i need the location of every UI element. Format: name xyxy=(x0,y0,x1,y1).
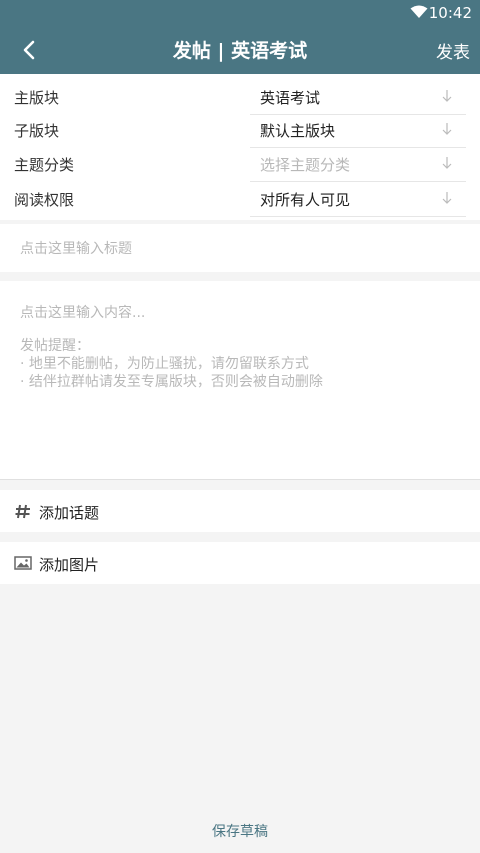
category-label: 主题分类 xyxy=(14,156,75,174)
tip-line: · 地里不能删帖，为防止骚扰，请勿留联系方式 xyxy=(20,356,309,372)
save-draft-button[interactable]: 保存草稿 xyxy=(0,821,480,841)
app-toolbar: 发帖 | 英语考试 发表 xyxy=(0,25,480,74)
arrow-down-icon xyxy=(442,157,452,169)
status-bar: 10:42 xyxy=(0,0,480,25)
section-select[interactable]: 英语考试 xyxy=(250,80,466,115)
content-input[interactable]: 点击这里输入内容... 发帖提醒： · 地里不能删帖，为防止骚扰，请勿留联系方式… xyxy=(0,281,480,480)
category-select[interactable]: 选择主题分类 xyxy=(250,147,466,182)
section-row: 主版块 英语考试 xyxy=(0,80,480,115)
status-time: 10:42 xyxy=(428,4,472,22)
wifi-icon xyxy=(410,5,428,18)
add-topic-label: 添加话题 xyxy=(39,504,100,522)
image-icon xyxy=(14,556,32,570)
section-label: 主版块 xyxy=(14,89,60,107)
content-placeholder: 点击这里输入内容... xyxy=(20,305,146,321)
page-title: 发帖 | 英语考试 xyxy=(172,40,308,62)
permission-select[interactable]: 对所有人可见 xyxy=(250,182,466,217)
category-placeholder: 选择主题分类 xyxy=(260,156,351,174)
subsection-row: 子版块 默认主版块 xyxy=(0,113,480,148)
arrow-down-icon xyxy=(442,123,452,135)
tip-line: · 结伴拉群帖请发至专属版块，否则会被自动删除 xyxy=(20,374,323,390)
arrow-down-icon xyxy=(442,192,452,204)
arrow-down-icon xyxy=(442,90,452,102)
add-topic-button[interactable]: 添加话题 xyxy=(0,490,480,532)
subsection-label: 子版块 xyxy=(14,122,60,140)
section-value: 英语考试 xyxy=(260,89,321,107)
permission-value: 对所有人可见 xyxy=(260,191,351,209)
permission-row: 阅读权限 对所有人可见 xyxy=(0,182,480,217)
publish-button[interactable]: 发表 xyxy=(436,38,470,63)
subsection-select[interactable]: 默认主版块 xyxy=(250,113,466,148)
category-row: 主题分类 选择主题分类 xyxy=(0,147,480,182)
permission-label: 阅读权限 xyxy=(14,191,75,209)
hashtag-icon xyxy=(15,504,30,519)
tips-heading: 发帖提醒： xyxy=(20,338,90,354)
post-settings-form: 主版块 英语考试 子版块 默认主版块 主题分类 选择主题分类 阅读权限 对所有人… xyxy=(0,74,480,220)
add-image-button[interactable]: 添加图片 xyxy=(0,542,480,584)
title-placeholder: 点击这里输入标题 xyxy=(20,241,132,257)
subsection-value: 默认主版块 xyxy=(260,122,336,140)
title-input[interactable]: 点击这里输入标题 xyxy=(0,224,480,272)
add-image-label: 添加图片 xyxy=(39,556,100,574)
posting-tips: 发帖提醒： · 地里不能删帖，为防止骚扰，请勿留联系方式 · 结伴拉群帖请发至专… xyxy=(20,337,323,391)
